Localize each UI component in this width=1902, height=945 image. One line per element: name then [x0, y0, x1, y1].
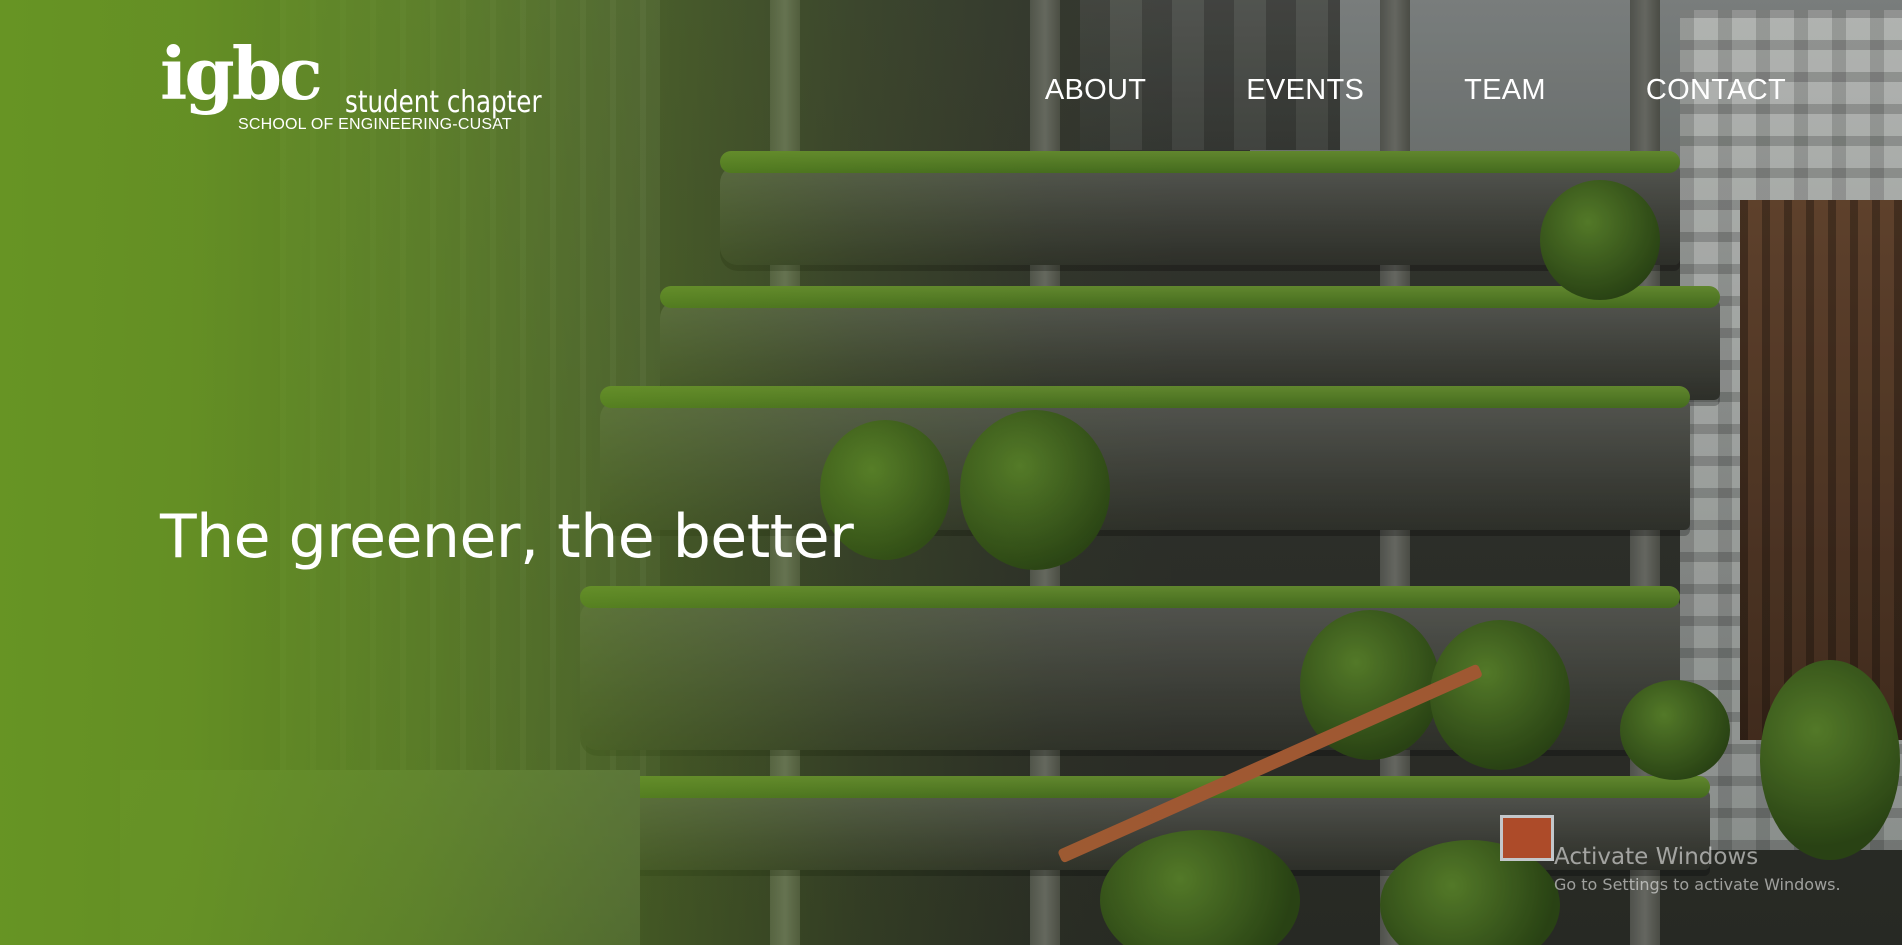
watermark-subtitle: Go to Settings to activate Windows. [1554, 875, 1841, 894]
logo-mark: igbc [160, 31, 323, 116]
main-nav: ABOUT EVENTS TEAM CONTACT [1045, 70, 1786, 110]
brand-logo[interactable]: igbc student chapter SCHOOL OF ENGINEERI… [160, 38, 560, 143]
nav-link-about[interactable]: ABOUT [1045, 70, 1146, 110]
nav-link-contact[interactable]: CONTACT [1646, 70, 1786, 110]
logo-school-text: SCHOOL OF ENGINEERING-CUSAT [238, 116, 512, 133]
hero-title: The greener, the better [160, 502, 854, 572]
logo-chapter-text: student chapter [345, 85, 542, 120]
watermark-title: Activate Windows [1554, 844, 1759, 870]
nav-link-team[interactable]: TEAM [1464, 70, 1546, 110]
nav-link-events[interactable]: EVENTS [1246, 70, 1364, 110]
windows-activation-watermark: Activate Windows Go to Settings to activ… [1554, 842, 1841, 896]
landing-page: igbc student chapter SCHOOL OF ENGINEERI… [0, 0, 1902, 945]
